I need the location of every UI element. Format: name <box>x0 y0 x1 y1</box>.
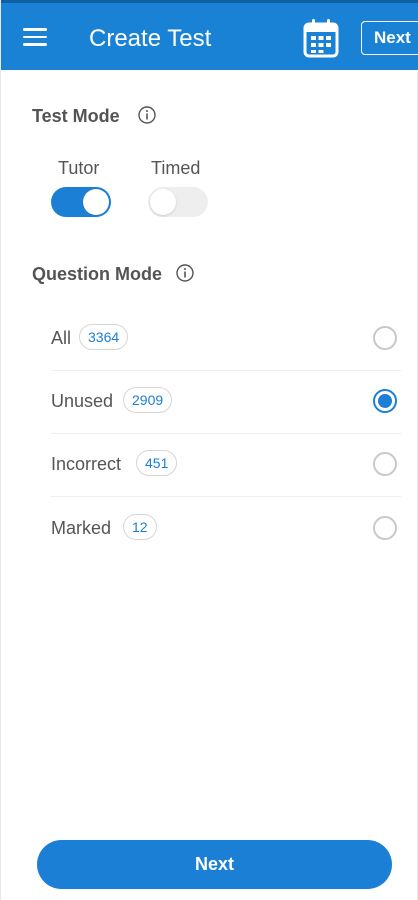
create-test-screen: Create Test Next Test Mode Tutor Timed Q… <box>0 0 418 900</box>
calendar-icon[interactable] <box>303 18 339 58</box>
option-label: Unused <box>51 391 114 411</box>
toggle-knob <box>83 189 109 215</box>
radio-button[interactable] <box>373 452 397 476</box>
question-mode-info-icon[interactable] <box>176 264 194 282</box>
toggle-knob <box>150 189 176 215</box>
count-badge: 3364 <box>79 324 129 350</box>
tutor-toggle[interactable] <box>51 187 111 217</box>
timed-toggle-label: Timed <box>151 158 201 178</box>
option-label: Incorrect <box>51 454 122 474</box>
radio-button-selected[interactable] <box>373 389 397 413</box>
test-mode-title: Test Mode <box>32 106 120 126</box>
count-badge: 451 <box>136 450 178 476</box>
timed-toggle[interactable] <box>148 187 208 217</box>
radio-button[interactable] <box>373 326 397 350</box>
count-badge: 12 <box>123 514 157 540</box>
count-badge: 2909 <box>123 387 173 413</box>
option-label: All <box>51 328 72 348</box>
tutor-toggle-label: Tutor <box>58 158 100 178</box>
next-button[interactable]: Next <box>37 840 392 889</box>
page-title: Create Test <box>89 25 212 52</box>
question-mode-option-incorrect[interactable]: Incorrect 451 <box>51 434 401 497</box>
app-bar: Create Test Next <box>1 0 418 70</box>
header-next-button[interactable]: Next <box>361 21 418 55</box>
question-mode-option-unused[interactable]: Unused 2909 <box>51 371 401 434</box>
radio-button[interactable] <box>373 516 397 540</box>
hamburger-menu-icon[interactable] <box>23 28 47 46</box>
test-mode-info-icon[interactable] <box>138 106 156 124</box>
question-mode-option-all[interactable]: All 3364 <box>51 308 401 371</box>
option-label: Marked <box>51 518 112 538</box>
question-mode-title: Question Mode <box>32 264 162 284</box>
question-mode-option-marked[interactable]: Marked 12 <box>51 498 401 561</box>
